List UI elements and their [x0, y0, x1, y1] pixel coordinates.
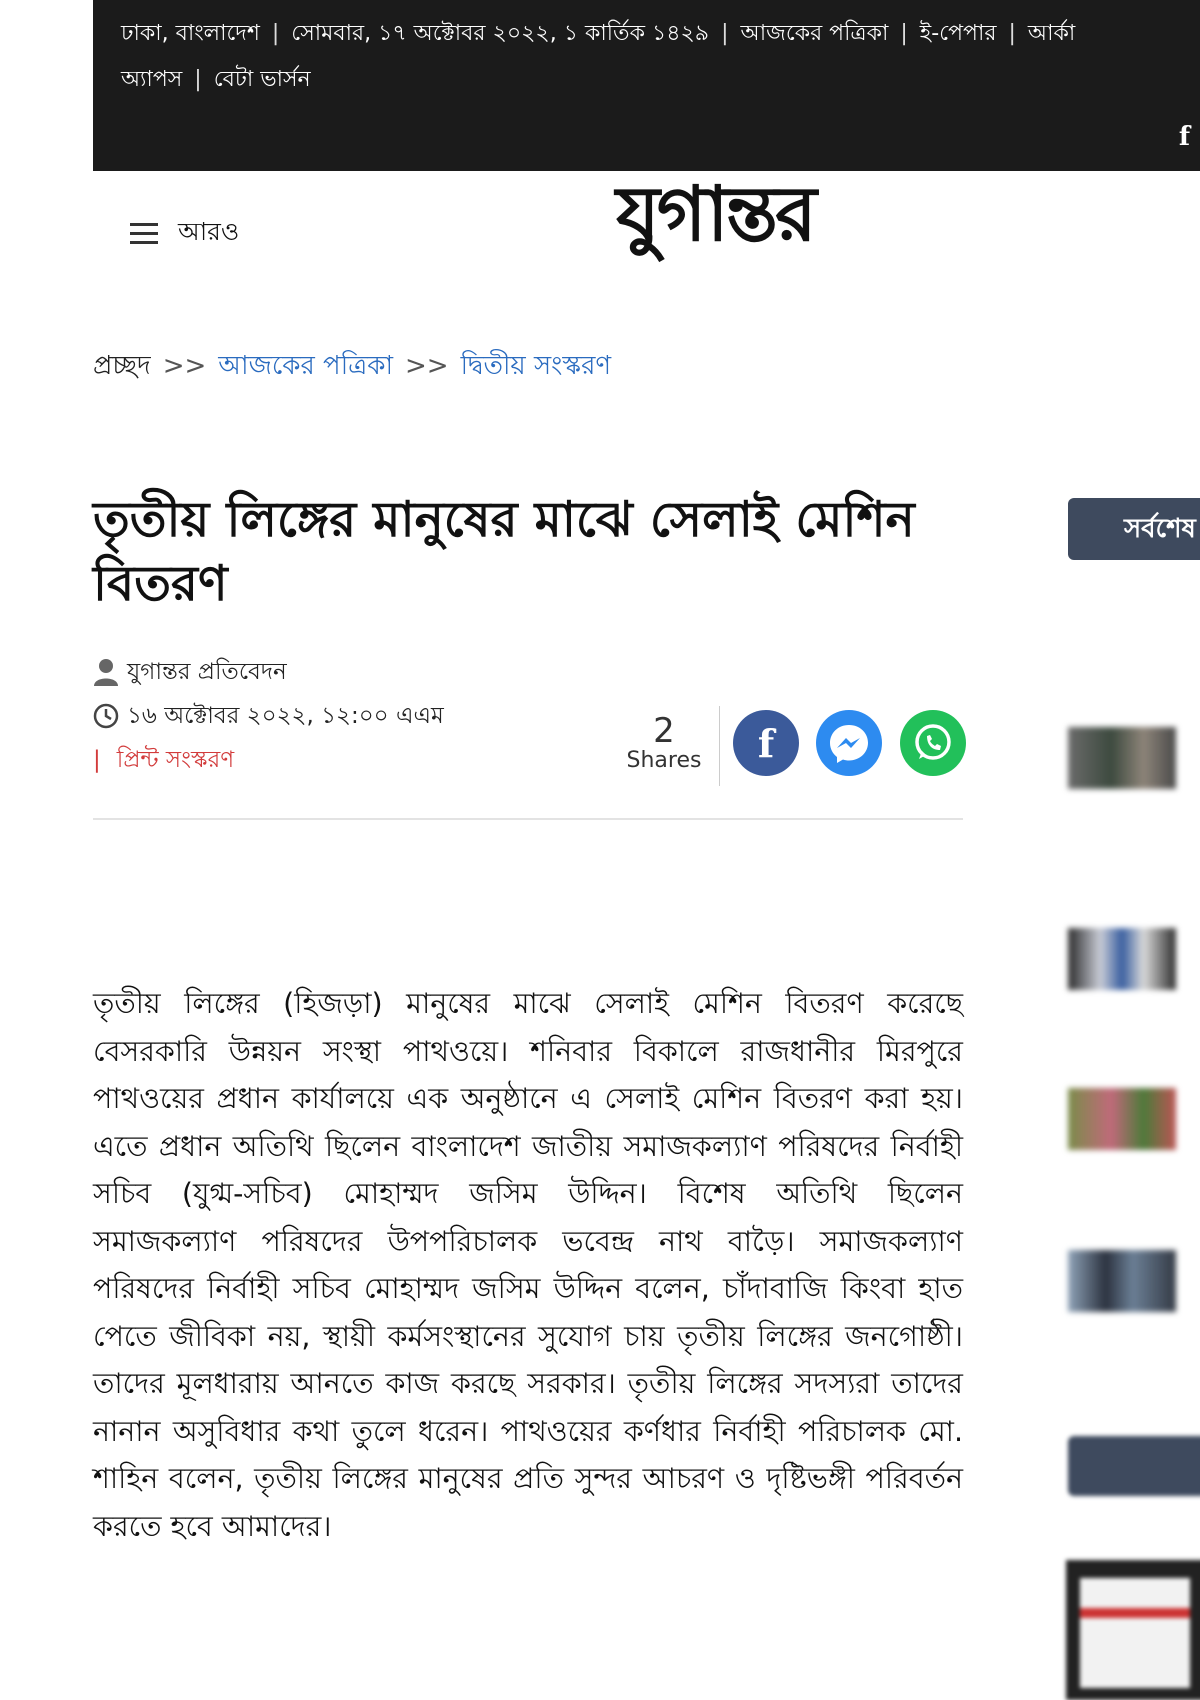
more-menu-label: আরও: [178, 217, 240, 246]
messenger-share-icon[interactable]: [816, 710, 882, 776]
share-divider: [719, 706, 720, 786]
share-count-number: 2: [653, 711, 675, 751]
date-text: সোমবার, ১৭ অক্টোবর ২০২২, ১ কার্তিক ১৪২৯: [291, 21, 710, 46]
author-line: যুগান্তর প্রতিবেদন: [93, 650, 444, 694]
published-date: ১৬ অক্টোবর ২০২২, ১২:০০ এএম: [127, 702, 444, 729]
top-bar-row-2: অ্যাপস | বেটা ভার্সন: [121, 67, 311, 92]
author-name: যুগান্তর প্রতিবেদন: [127, 658, 287, 685]
breadcrumb-separator: >>: [404, 351, 449, 381]
print-line: | প্রিন্ট সংস্করণ: [93, 738, 444, 782]
breadcrumb-home[interactable]: প্রচ্ছদ: [93, 351, 151, 381]
epaper-link[interactable]: ই-পেপার: [920, 21, 997, 46]
location-text: ঢাকা, বাংলাদেশ: [121, 21, 260, 46]
article-title: তৃতীয় লিঙ্গের মানুষের মাঝে সেলাই মেশিন …: [93, 491, 915, 612]
print-separator: |: [93, 747, 101, 773]
hamburger-icon: [130, 222, 158, 245]
clock-icon: [93, 703, 119, 729]
todays-paper-link[interactable]: আজকের পত্রিকা: [741, 21, 889, 46]
share-count: 2 Shares: [620, 714, 708, 773]
top-bar-row-1: ঢাকা, বাংলাদেশ | সোমবার, ১৭ অক্টোবর ২০২২, …: [121, 21, 1076, 46]
sidebar-thumbnail[interactable]: [1068, 727, 1176, 789]
article-meta: যুগান্তর প্রতিবেদন ১৬ অক্টোবর ২০২২, ১২:০…: [93, 650, 444, 782]
share-count-label: Shares: [626, 748, 702, 773]
breadcrumb-second-edition[interactable]: দ্বিতীয় সংস্করণ: [461, 351, 612, 381]
top-bar: ঢাকা, বাংলাদেশ | সোমবার, ১৭ অক্টোবর ২০২২, …: [93, 0, 1200, 171]
whatsapp-share-icon[interactable]: [900, 710, 966, 776]
beta-version-link[interactable]: বেটা ভার্সন: [214, 67, 311, 92]
facebook-share-icon[interactable]: f: [733, 710, 799, 776]
article-body: তৃতীয় লিঙ্গের (হিজড়া) মানুষের মাঝে সেল…: [93, 987, 963, 1543]
site-logo[interactable]: যুগান্তর: [616, 176, 817, 252]
apps-link[interactable]: অ্যাপস: [121, 67, 182, 92]
meta-divider: [93, 818, 963, 820]
sidebar-advertisement[interactable]: [1066, 1560, 1200, 1700]
breadcrumb-todays-paper[interactable]: আজকের পত্রিকা: [218, 351, 393, 381]
sidebar-thumbnail[interactable]: [1068, 928, 1176, 990]
more-menu-button[interactable]: আরও: [130, 212, 239, 255]
archive-link[interactable]: আর্কা: [1028, 21, 1075, 46]
facebook-icon[interactable]: f: [1179, 122, 1190, 152]
sidebar-section-tab[interactable]: [1068, 1436, 1200, 1496]
sidebar-thumbnail[interactable]: [1068, 1088, 1176, 1150]
user-icon: [93, 658, 119, 686]
breadcrumb: প্রচ্ছদ >> আজকের পত্রিকা >> দ্বিতীয় সংস্করণ: [93, 345, 611, 389]
breadcrumb-separator: >>: [162, 351, 207, 381]
sidebar-thumbnail[interactable]: [1068, 1250, 1176, 1312]
date-line: ১৬ অক্টোবর ২০২২, ১২:০০ এএম: [93, 694, 444, 738]
sidebar-latest-tab[interactable]: সর্বশেষ: [1068, 498, 1200, 560]
print-edition-link[interactable]: প্রিন্ট সংস্করণ: [117, 741, 234, 780]
